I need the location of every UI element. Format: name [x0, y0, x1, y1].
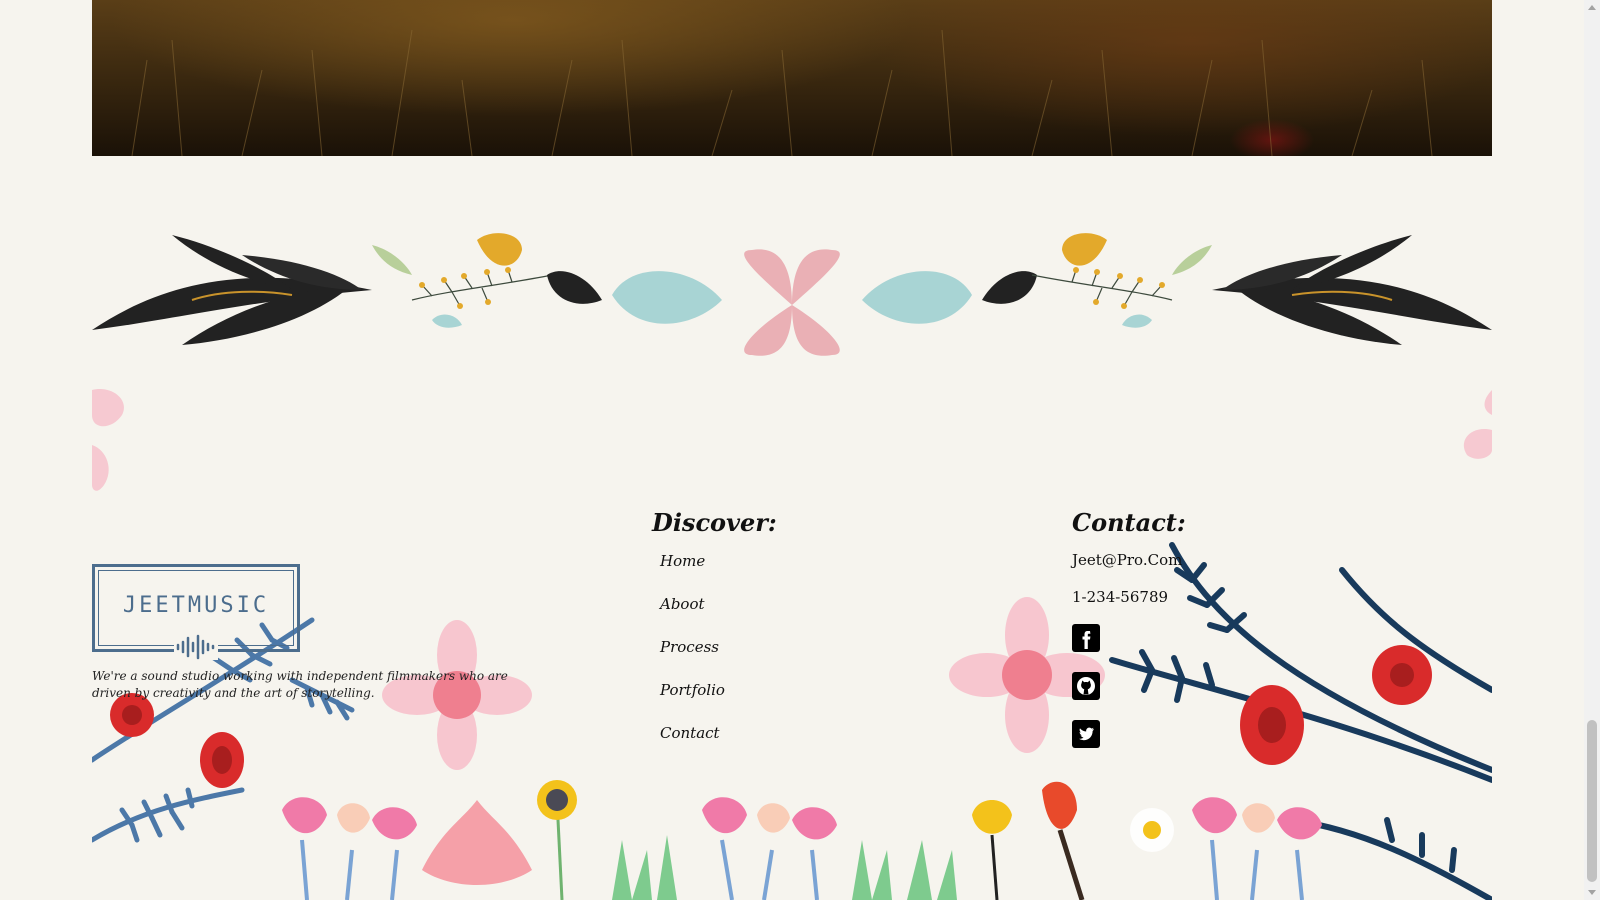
scroll-thumb[interactable] [1587, 720, 1597, 882]
contact-section: Contact: Jeet@Pro.Com 1-234-56789 [1072, 508, 1186, 768]
twitter-icon[interactable] [1072, 720, 1100, 748]
contact-phone[interactable]: 1-234-56789 [1072, 588, 1186, 610]
social-links [1072, 624, 1186, 748]
nav-link-about[interactable]: Aboot [660, 595, 705, 613]
soundwave-icon [174, 634, 218, 660]
nav-link-process[interactable]: Process [660, 638, 719, 656]
scroll-up-arrow-icon[interactable] [1588, 5, 1596, 10]
list-item: Portfolio [660, 680, 777, 723]
github-icon[interactable] [1072, 672, 1100, 700]
footer-flower-decoration [92, 542, 1492, 900]
floral-divider [92, 233, 1492, 356]
list-item: Aboot [660, 594, 777, 637]
contact-email[interactable]: Jeet@Pro.Com [1072, 551, 1186, 573]
brand-tagline: We're a sound studio working with indepe… [92, 669, 508, 700]
petal-decoration [1463, 390, 1492, 459]
list-item: Contact [660, 723, 777, 766]
petal-decoration [92, 389, 124, 491]
hero-image [92, 0, 1492, 156]
nav-link-home[interactable]: Home [660, 552, 705, 570]
list-item: Home [660, 551, 777, 594]
discover-nav: Discover: Home Aboot Process Portfolio C… [652, 508, 777, 766]
discover-links: Home Aboot Process Portfolio Contact [652, 551, 777, 766]
brand-logo[interactable]: JEETMUSIC [92, 564, 300, 660]
scroll-down-arrow-icon[interactable] [1588, 890, 1596, 895]
nav-link-portfolio[interactable]: Portfolio [660, 681, 725, 699]
page-scrollbar[interactable] [1584, 0, 1600, 900]
nav-link-contact[interactable]: Contact [660, 724, 720, 742]
contact-title: Contact: [1072, 508, 1186, 537]
list-item: Process [660, 637, 777, 680]
facebook-icon[interactable] [1072, 624, 1100, 652]
logo-text: JEETMUSIC [122, 592, 270, 618]
discover-title: Discover: [652, 508, 777, 537]
